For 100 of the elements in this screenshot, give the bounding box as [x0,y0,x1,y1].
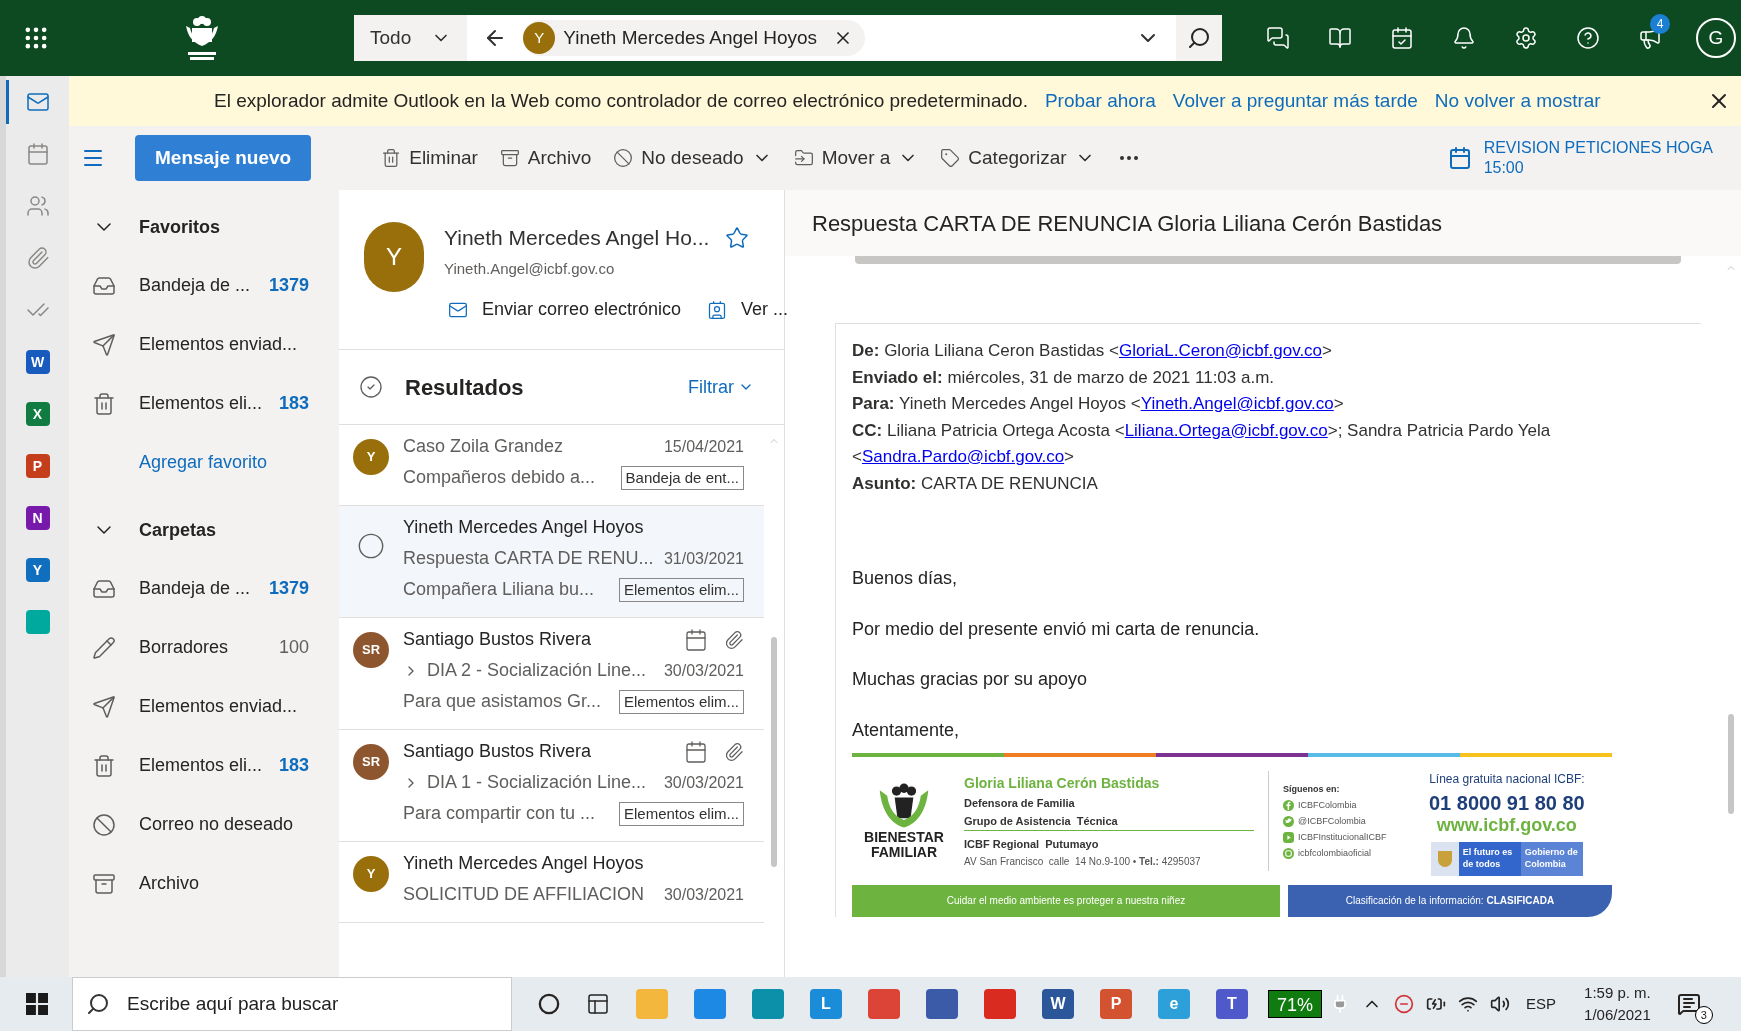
archive-icon[interactable] [499,148,520,168]
email-link[interactable]: Liliana.Ortega@icbf.gov.co [1124,420,1328,440]
ban-icon[interactable] [92,812,116,837]
message-preview: Compañera Liliana bu... [403,578,595,601]
circle-icon[interactable] [538,993,560,1015]
calendar-icon [684,739,708,764]
email-link[interactable]: Sandra.Pardo@icbf.gov.co [861,447,1065,466]
header-line: Para: Yineth Mercedes Angel Hoyos <Yineth.Angel@icbf.gov.co> [852,393,1345,415]
banner-link[interactable]: Volver a preguntar más tarde [1172,86,1418,116]
ban-icon[interactable] [613,148,634,168]
logo-icon [184,14,220,62]
folder-item[interactable]: Elementos eli... 183 [69,736,339,795]
pencil-icon[interactable] [92,635,116,660]
banner-link[interactable]: Probar ahora [1044,86,1156,116]
trash-icon[interactable] [381,148,402,168]
hotline-number: 01 8000 91 80 80 [1429,792,1585,815]
app-tile-icon[interactable] [926,989,958,1019]
bell-icon[interactable] [1452,26,1476,50]
message-date: 30/03/2021 [663,773,744,793]
search-button[interactable] [1176,15,1222,61]
app-tile-icon[interactable]: P [1100,989,1132,1019]
signature-footer: Cuidar el medio ambiente es proteger a nuestra niñez [852,885,1280,917]
email-link[interactable]: GloriaL.Ceron@icbf.gov.co [1118,341,1323,360]
app-tile-icon[interactable] [868,989,900,1019]
send-icon[interactable] [92,332,116,357]
section-header[interactable]: Favoritos [69,198,339,256]
move-icon[interactable] [793,148,814,168]
trash-icon[interactable] [92,391,116,416]
select-all-icon[interactable] [359,375,383,399]
folder-item[interactable]: Elementos enviad... [69,315,339,374]
filter-button[interactable]: Filtrar [688,373,754,401]
people-icon[interactable] [25,194,50,218]
windows-start-icon[interactable] [26,993,48,1015]
bird-icon [1283,815,1294,827]
calendar-icon[interactable] [25,142,50,166]
toolbar-button[interactable]: Categorizar [940,143,1095,173]
scope-dropdown[interactable]: Todo [354,15,468,61]
folder-item[interactable]: Bandeja de ... 1379 [69,256,339,315]
app-tile-icon[interactable]: N [25,506,50,530]
app-tile-icon[interactable] [636,989,668,1019]
notification-icon[interactable] [1676,992,1701,1016]
new-message-button[interactable]: Mensaje nuevo [135,135,312,181]
app-tile-icon[interactable]: W [25,350,50,374]
email-link[interactable]: Yineth.Angel@icbf.gov.co [1140,394,1334,413]
header-line: Enviado el: miércoles, 31 de marzo de 2021 11:03 a.m. [852,366,1276,389]
hotline-label: Línea gratuita nacional ICBF: [1429,770,1585,788]
tag-icon[interactable] [940,148,961,168]
section-header[interactable]: Carpetas [69,501,339,559]
app-tile-icon[interactable] [25,610,50,634]
app-tile-icon[interactable]: Y [25,558,50,582]
search-icon [86,992,110,1016]
settings-icon[interactable] [1514,26,1538,50]
book-icon[interactable] [1328,26,1352,50]
calendar-check-icon[interactable] [1390,26,1414,50]
app-tile-icon[interactable]: L [810,989,842,1019]
folder-tag: Bandeja de ent... [620,465,744,490]
app-tile-icon[interactable] [752,989,784,1019]
archive-icon[interactable] [92,871,116,896]
folder-item[interactable]: Bandeja de ... 1379 [69,559,339,618]
add-favorite-link[interactable]: Agregar favorito [139,433,339,491]
language-indicator[interactable]: ESP [1526,992,1557,1016]
send-icon[interactable] [92,694,116,719]
reminder[interactable]: REVISION PETICIONES HOGA 15:00 [1447,138,1713,178]
toolbar-button[interactable]: Archivo [499,143,592,173]
battery-indicator: 71% [1268,990,1323,1018]
logo-text: BIENESTAR [864,830,944,845]
star-icon[interactable] [725,225,750,250]
toolbar-button[interactable]: Mover a [793,143,919,173]
status-icon[interactable] [1394,994,1415,1014]
trash-icon[interactable] [92,753,116,778]
contact-action[interactable]: Enviar correo electrónico [446,296,682,323]
notification-count: 3 [1694,1006,1713,1024]
paperclip-icon[interactable] [25,246,50,270]
message-item[interactable]: Yineth Mercedes Angel Hoyos Respuesta CARTA DE RENU... 31/03/2021 Compañera Liliana bu... Elementos elim... [339,506,764,618]
mail-icon[interactable] [25,90,50,114]
app-tile-icon[interactable] [694,989,726,1019]
folder-item[interactable]: Borradores 100 [69,618,339,677]
folder-item[interactable]: Elementos enviad... [69,677,339,736]
contact-action[interactable]: Ver ... [705,296,789,323]
app-tile-icon[interactable]: W [1042,989,1074,1019]
task-view-icon[interactable] [586,992,610,1016]
avatar: Y [364,222,424,292]
profile-avatar[interactable]: G [1696,18,1736,58]
help-icon[interactable] [1576,26,1600,50]
select-circle-icon[interactable] [357,532,385,560]
taskbar-search-field[interactable]: Escribe aquí para buscar [72,977,512,1031]
app-tile-icon[interactable]: T [1216,989,1248,1019]
volume-icon[interactable] [1490,994,1511,1014]
app-tile-icon[interactable]: P [25,454,50,478]
toolbar-button[interactable]: Eliminar [381,143,478,173]
clock[interactable]: 1:59 p. m. 1/06/2021 [1584,982,1651,1026]
chat-icon[interactable] [1266,26,1290,50]
folder-item[interactable]: Elementos eli... 183 [69,374,339,433]
wifi-icon[interactable] [1458,994,1479,1014]
folder-item[interactable]: Correo no deseado [69,795,339,854]
app-tile-icon[interactable] [984,989,1016,1019]
app-tile-icon[interactable]: X [25,402,50,426]
toolbar-button[interactable]: No deseado [613,143,772,173]
folder-item[interactable]: Archivo [69,854,339,913]
banner-link[interactable]: No volver a mostrar [1434,86,1601,116]
